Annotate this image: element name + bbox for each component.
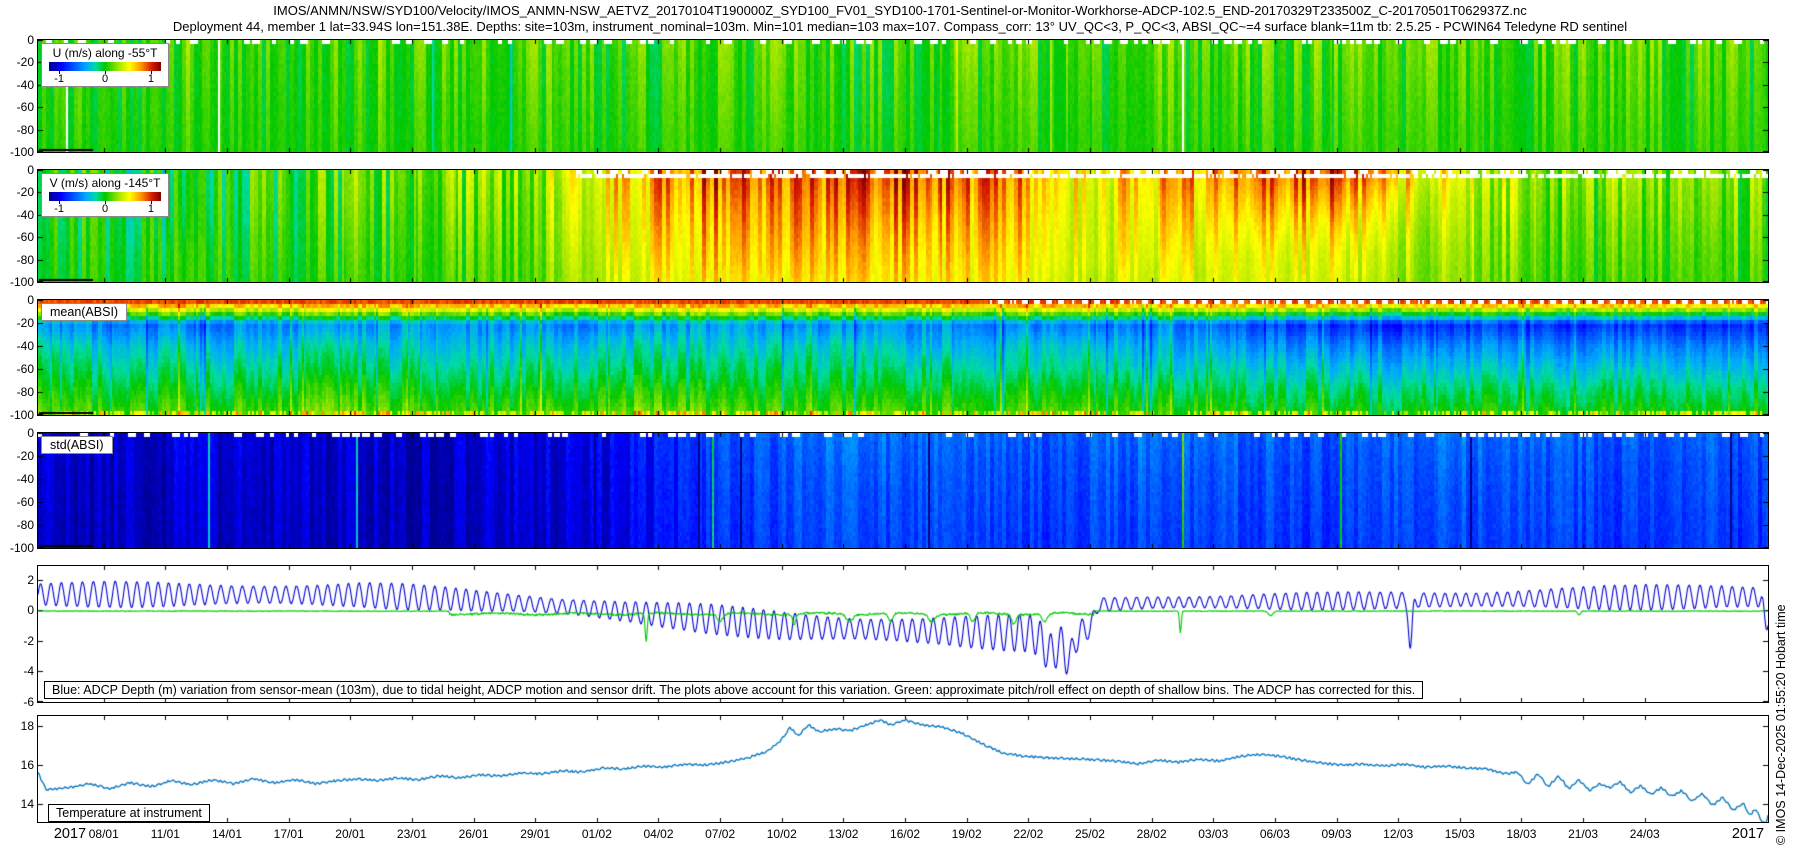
x-tick-label: 16/02 — [875, 827, 935, 841]
y-tick-label: 0 — [0, 426, 34, 440]
x-tick-label: 03/03 — [1183, 827, 1243, 841]
imos-copyright-text: © IMOS 14-Dec-2025 01:55:20 Hobart time — [1774, 604, 1788, 845]
mean-absi-heatmap — [38, 300, 1768, 415]
y-tick-label: -2 — [0, 634, 34, 648]
figure-title-line2: Deployment 44, member 1 lat=33.94S lon=1… — [0, 19, 1800, 34]
x-tick-label: 18/03 — [1491, 827, 1551, 841]
y-tick-label: -60 — [0, 495, 34, 509]
colorbar-tick-label: -1 — [54, 203, 64, 215]
y-tick-label: 14 — [0, 797, 34, 811]
figure: IMOS/ANMN/NSW/SYD100/Velocity/IMOS_ANMN-… — [0, 0, 1800, 850]
y-tick-label: -80 — [0, 253, 34, 267]
depth-variation-panel: Blue: ADCP Depth (m) variation from sens… — [38, 566, 1768, 702]
u-velocity-heatmap — [38, 40, 1768, 152]
colorbar-tick-label: 1 — [148, 73, 154, 85]
temperature-panel: Temperature at instrument — [38, 716, 1768, 822]
std-absi-panel: std(ABSI) — [38, 433, 1768, 548]
y-tick-label: -20 — [0, 185, 34, 199]
y-tick-label: -20 — [0, 449, 34, 463]
x-tick-label: 21/03 — [1553, 827, 1613, 841]
x-tick-label: 14/01 — [197, 827, 257, 841]
y-tick-label: -40 — [0, 472, 34, 486]
y-tick-label: -80 — [0, 385, 34, 399]
y-tick-label: -100 — [0, 541, 34, 555]
u-colorbar-wrap: -101 — [49, 62, 161, 71]
y-tick-label: -4 — [0, 664, 34, 678]
x-tick-label: 04/02 — [628, 827, 688, 841]
y-tick-label: -40 — [0, 78, 34, 92]
v-velocity-panel: V (m/s) along -145°T -101 — [38, 170, 1768, 282]
y-tick-label: 0 — [0, 293, 34, 307]
y-tick-label: -80 — [0, 123, 34, 137]
y-tick-label: 0 — [0, 33, 34, 47]
v-colorbar — [49, 192, 161, 201]
y-tick-label: -60 — [0, 362, 34, 376]
x-tick-label: 12/03 — [1368, 827, 1428, 841]
figure-title-line1: IMOS/ANMN/NSW/SYD100/Velocity/IMOS_ANMN-… — [0, 3, 1800, 18]
x-tick-label: 29/01 — [505, 827, 565, 841]
y-tick-label: -20 — [0, 316, 34, 330]
y-tick-label: -60 — [0, 100, 34, 114]
y-tick-label: -6 — [0, 695, 34, 709]
colorbar-tick-label: 0 — [102, 73, 108, 85]
x-tick-label: 10/02 — [752, 827, 812, 841]
std-absi-label: std(ABSI) — [41, 436, 113, 454]
x-tick-label: 23/01 — [382, 827, 442, 841]
u-legend-title: U (m/s) along -55°T — [49, 46, 161, 60]
temperature-lineplot — [38, 716, 1768, 822]
x-tick-label: 28/02 — [1122, 827, 1182, 841]
x-tick-label: 25/02 — [1060, 827, 1120, 841]
y-tick-label: -100 — [0, 145, 34, 159]
y-tick-label: 0 — [0, 163, 34, 177]
x-tick-label: 07/02 — [690, 827, 750, 841]
x-tick-label: 26/01 — [444, 827, 504, 841]
x-tick-label: 24/03 — [1615, 827, 1675, 841]
v-legend-title: V (m/s) along -145°T — [49, 176, 161, 190]
x-tick-label: 13/02 — [813, 827, 873, 841]
u-velocity-panel: U (m/s) along -55°T -101 — [38, 40, 1768, 152]
x-tick-label: 01/02 — [567, 827, 627, 841]
y-tick-label: -20 — [0, 55, 34, 69]
x-tick-label: 11/01 — [135, 827, 195, 841]
x-tick-label: 22/02 — [998, 827, 1058, 841]
y-tick-label: -80 — [0, 518, 34, 532]
colorbar-tick-label: -1 — [54, 73, 64, 85]
x-tick-label: 20/01 — [320, 827, 380, 841]
x-tick-label: 06/03 — [1245, 827, 1305, 841]
y-tick-label: -60 — [0, 230, 34, 244]
mean-absi-label: mean(ABSI) — [41, 303, 127, 321]
y-tick-label: -40 — [0, 339, 34, 353]
y-tick-label: -100 — [0, 408, 34, 422]
u-colorbar-legend: U (m/s) along -55°T -101 — [41, 43, 169, 87]
y-tick-label: -40 — [0, 208, 34, 222]
x-tick-label: 09/03 — [1307, 827, 1367, 841]
x-year-label-left: 2017 — [40, 826, 100, 842]
y-tick-label: 18 — [0, 719, 34, 733]
y-tick-label: 0 — [0, 603, 34, 617]
x-year-label-right: 2017 — [1716, 826, 1780, 842]
std-absi-heatmap — [38, 433, 1768, 548]
x-tick-label: 19/02 — [937, 827, 997, 841]
x-tick-label: 15/03 — [1430, 827, 1490, 841]
y-tick-label: 16 — [0, 758, 34, 772]
u-colorbar — [49, 62, 161, 71]
colorbar-tick-label: 1 — [148, 203, 154, 215]
x-tick-label: 17/01 — [259, 827, 319, 841]
temperature-label: Temperature at instrument — [48, 804, 210, 822]
colorbar-tick-label: 0 — [102, 203, 108, 215]
y-tick-label: 2 — [0, 573, 34, 587]
v-colorbar-wrap: -101 — [49, 192, 161, 201]
v-colorbar-legend: V (m/s) along -145°T -101 — [41, 173, 169, 217]
depth-variation-annotation: Blue: ADCP Depth (m) variation from sens… — [44, 681, 1423, 699]
v-velocity-heatmap — [38, 170, 1768, 282]
mean-absi-panel: mean(ABSI) — [38, 300, 1768, 415]
y-tick-label: -100 — [0, 275, 34, 289]
